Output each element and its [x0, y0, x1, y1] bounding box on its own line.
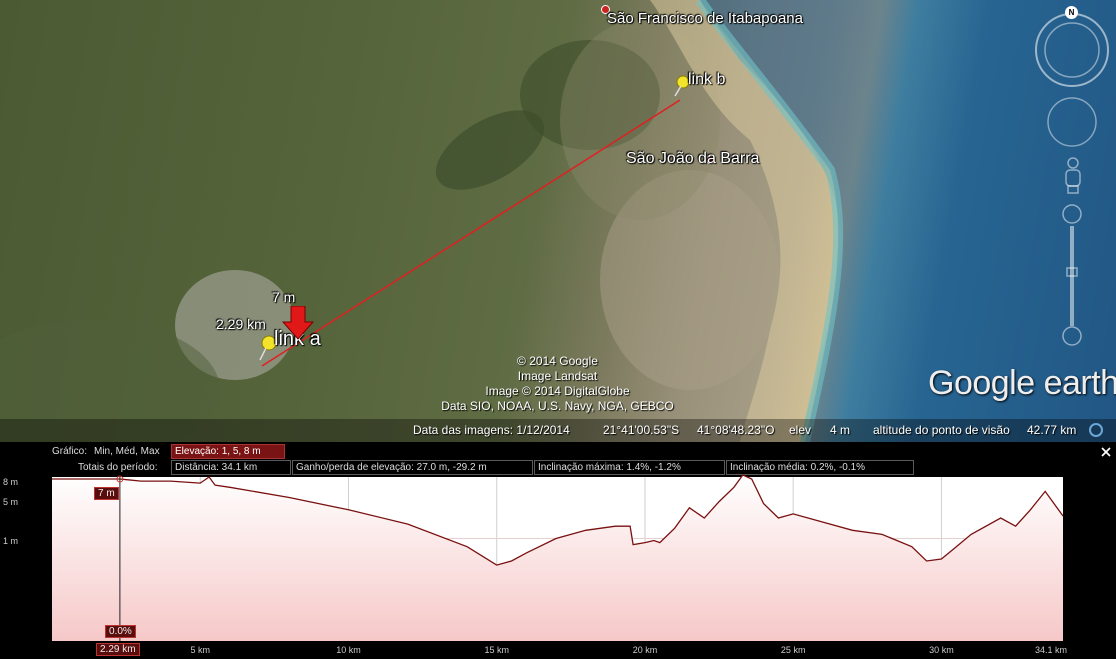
x-tick-label: 30 km — [929, 645, 954, 655]
elevation-profile-chart[interactable] — [0, 0, 1116, 659]
cursor-slope-tag: 0.0% — [105, 625, 136, 638]
cursor-distance-tag: 2.29 km — [96, 643, 140, 656]
x-tick-label: 34.1 km — [1034, 645, 1068, 655]
cursor-elevation-tag: 7 m — [94, 487, 119, 500]
x-tick-label: 25 km — [780, 645, 806, 655]
x-tick-label: 5 km — [190, 645, 210, 655]
x-tick-label: 15 km — [484, 645, 509, 655]
x-tick-label: 10 km — [336, 645, 361, 655]
x-tick-label: 20 km — [632, 645, 658, 655]
